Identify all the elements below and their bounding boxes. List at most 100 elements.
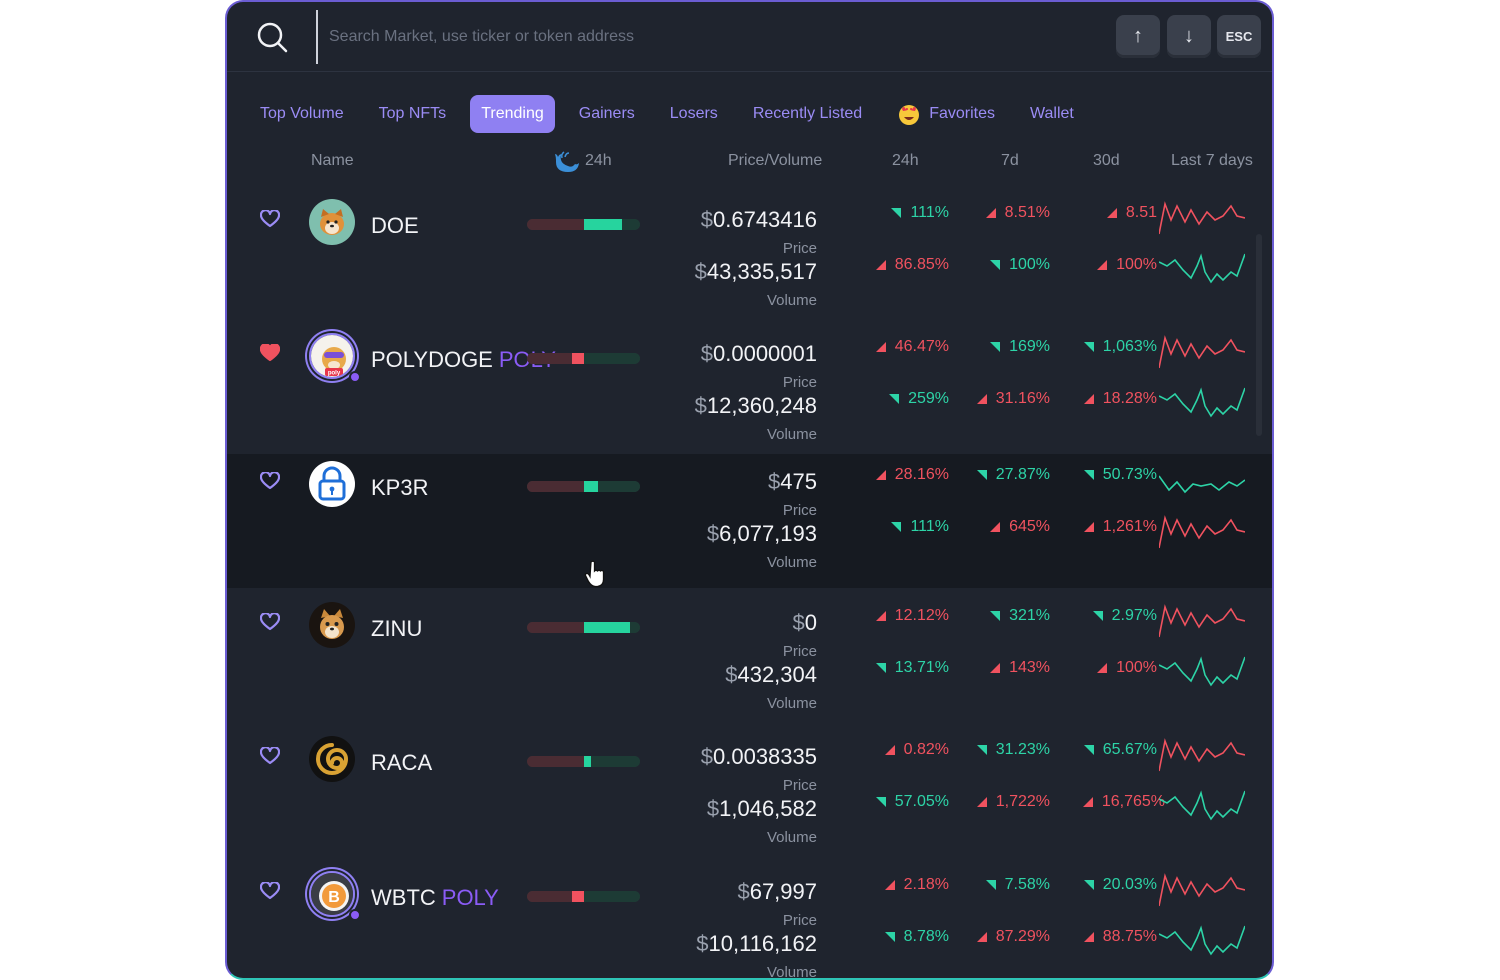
whale-activity-bar [527, 756, 640, 767]
col-7d[interactable]: 7d [1001, 152, 1019, 170]
token-name[interactable]: KP3R [371, 475, 428, 501]
table-row[interactable]: KP3R $475 Price $6,077,193 Volume 28.16% 27.87… [227, 454, 1272, 588]
change-24h-price: 28.16% [875, 466, 949, 484]
zinu-dog-icon [309, 602, 355, 648]
shiba-dog-icon [309, 199, 355, 245]
polydoge-icon: poly [309, 333, 355, 379]
trend-up-icon [990, 260, 1001, 270]
col-name[interactable]: Name [311, 152, 354, 170]
change-value: 8.51% [1004, 204, 1050, 221]
token-name[interactable]: RACA [371, 750, 432, 776]
sparkline-price [1159, 738, 1245, 772]
token-avatar [307, 459, 357, 509]
token-price: $475 [768, 469, 817, 494]
col-last-7-days[interactable]: Last 7 days [1171, 152, 1253, 170]
trend-up-icon [1083, 745, 1094, 755]
token-name[interactable]: DOE [371, 213, 419, 239]
change-value: 143% [1009, 659, 1050, 676]
trend-down-icon [976, 932, 987, 942]
change-value: 0.82% [903, 741, 949, 758]
token-avatar [307, 600, 357, 650]
chain-badge [349, 909, 361, 921]
bitcoin-icon: B [309, 871, 355, 917]
whale-activity-bar [527, 891, 640, 902]
tab-trending[interactable]: Trending [470, 95, 555, 133]
change-24h-volume: 111% [891, 518, 949, 536]
scrollbar[interactable] [1256, 234, 1262, 436]
table-row[interactable]: RACA $0.0038335 Price $1,046,582 Volume 0.82%… [227, 729, 1272, 863]
svg-text:B: B [328, 889, 340, 906]
price-label: Price [782, 777, 817, 794]
up-key-button[interactable]: ↑ [1116, 15, 1160, 58]
change-24h-volume: 8.78% [884, 928, 949, 946]
table-row[interactable]: polyPOLYDOGEPOLY$0.0000001Price$12,360,2… [227, 326, 1272, 460]
tab-gainers[interactable]: Gainers [568, 95, 646, 133]
esc-key-button[interactable]: ESC [1217, 15, 1261, 58]
change-30d-price: 1,063% [1083, 338, 1157, 356]
favorite-heart-icon[interactable] [260, 613, 280, 631]
price-value: 0.0000001 [713, 341, 817, 366]
sparkline-volume [1159, 656, 1245, 687]
trend-up-icon [1083, 342, 1094, 352]
tab-favorites-label: Favorites [929, 105, 995, 122]
trend-up-icon [976, 745, 987, 755]
change-value: 111% [910, 204, 949, 221]
change-value: 321% [1009, 607, 1050, 624]
tab-wallet[interactable]: Wallet [1019, 95, 1085, 133]
change-value: 111% [910, 518, 949, 535]
favorite-heart-icon[interactable] [260, 472, 280, 490]
trend-down-icon [875, 470, 886, 480]
table-row[interactable]: ZINU $0 Price $432,304 Volume 12.12% 321% 2.97%… [227, 595, 1272, 729]
change-value: 1,261% [1102, 518, 1157, 535]
volume-label: Volume [766, 964, 817, 980]
tab-favorites[interactable]: Favorites [886, 95, 1006, 133]
col-whale-24h[interactable]: 24h [585, 152, 612, 170]
chain-badge [349, 371, 361, 383]
table-row[interactable]: DOE $0.6743416 Price $43,335,517 Volume 111% 8… [227, 192, 1272, 326]
price-label: Price [782, 502, 817, 519]
sparkline-volume [1159, 253, 1245, 284]
tab-top-volume[interactable]: Top Volume [249, 95, 355, 133]
change-value: 13.71% [894, 659, 949, 676]
favorite-heart-icon[interactable] [260, 747, 280, 765]
token-volume: $12,360,248 [694, 393, 817, 418]
market-tabs: Top Volume Top NFTs Trending Gainers Los… [249, 94, 1098, 134]
volume-value: 10,116,162 [708, 931, 817, 956]
change-30d-volume: 18.28% [1083, 390, 1157, 408]
search-input[interactable] [329, 20, 1029, 54]
tab-recently-listed[interactable]: Recently Listed [742, 95, 873, 133]
token-volume: $1,046,582 [706, 796, 817, 821]
col-30d[interactable]: 30d [1093, 152, 1120, 170]
whale-activity-bar [527, 622, 640, 633]
change-24h-volume: 259% [889, 390, 949, 408]
change-7d-price: 7.58% [985, 876, 1050, 894]
favorite-heart-icon[interactable] [260, 882, 280, 900]
token-price: $0 [792, 610, 818, 635]
tab-top-nfts[interactable]: Top NFTs [368, 95, 458, 133]
price-value: 67,997 [749, 879, 817, 904]
volume-value: 12,360,248 [706, 393, 817, 418]
col-24h[interactable]: 24h [892, 152, 919, 170]
change-value: 28.16% [894, 466, 949, 483]
price-value: 475 [780, 469, 817, 494]
table-row[interactable]: B WBTC POLY $67,997 Price $10,116,162 Volume 2.… [227, 864, 1272, 980]
favorite-heart-icon[interactable] [260, 210, 280, 228]
token-name[interactable]: WBTC POLY [371, 885, 499, 911]
change-value: 86.85% [894, 256, 949, 273]
trend-up-icon [891, 208, 902, 218]
tab-losers[interactable]: Losers [659, 95, 729, 133]
heart-eyes-emoji-icon [899, 105, 920, 125]
change-30d-volume: 88.75% [1083, 928, 1157, 946]
change-30d-volume: 100% [1097, 256, 1157, 274]
token-volume: $43,335,517 [694, 259, 817, 284]
sparkline-volume [1159, 925, 1245, 956]
change-value: 1,722% [995, 793, 1050, 810]
down-key-button[interactable]: ↓ [1167, 15, 1211, 58]
change-value: 87.29% [995, 928, 1050, 945]
trend-down-icon [976, 797, 987, 807]
change-value: 57.05% [894, 793, 949, 810]
favorite-heart-icon[interactable] [260, 344, 280, 362]
change-value: 88.75% [1102, 928, 1157, 945]
token-name[interactable]: ZINU [371, 616, 422, 642]
col-price-volume[interactable]: Price/Volume [728, 152, 822, 170]
